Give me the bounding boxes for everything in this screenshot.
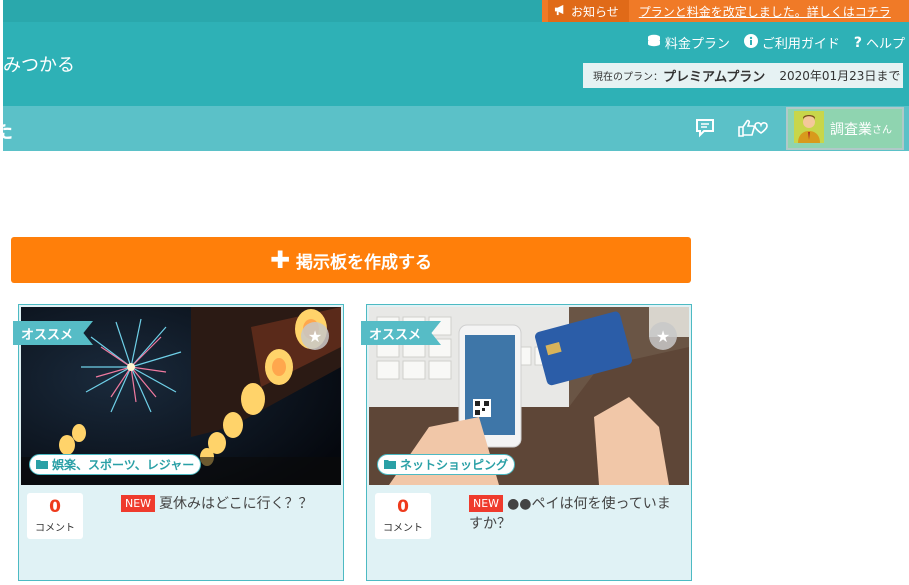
notice-bar[interactable]: お知らせ プランと料金を改定しました。詳しくはコチラ bbox=[542, 0, 909, 22]
category-label: ネットショッピング bbox=[400, 458, 509, 472]
site-header: お知らせ プランと料金を改定しました。詳しくはコチラ みつかる 料金プラン ご利… bbox=[0, 0, 909, 151]
avatar bbox=[794, 110, 824, 147]
subnav-cut-text: た bbox=[0, 119, 13, 143]
card-title-text: 夏休みはどこに行く？？ bbox=[159, 496, 313, 512]
notice-tag: お知らせ bbox=[548, 0, 629, 22]
folder-icon bbox=[36, 458, 48, 472]
plan-name: プレミアムプラン bbox=[663, 70, 766, 85]
megaphone-icon bbox=[554, 3, 567, 19]
question-icon: ? bbox=[853, 34, 862, 51]
category-label: 娯楽、スポーツ、レジャー bbox=[52, 458, 195, 472]
category-tag[interactable]: ネットショッピング bbox=[377, 454, 516, 475]
nav-help[interactable]: ? ヘルプ bbox=[853, 33, 905, 53]
info-icon bbox=[743, 33, 758, 52]
nav-help-label: ヘルプ bbox=[865, 37, 905, 52]
like-heart-icon[interactable] bbox=[736, 115, 770, 141]
new-badge: NEW bbox=[121, 495, 156, 512]
create-board-button[interactable]: ✚ 掲示板を作成する bbox=[11, 237, 691, 283]
plus-icon: ✚ bbox=[269, 246, 291, 274]
user-name: 調査業 bbox=[830, 121, 872, 138]
board-card[interactable]: オススメ ★ 娯楽、スポーツ、レジャー 0 コメント NEW 夏休みはどこに行く？… bbox=[13, 304, 344, 581]
board-card[interactable]: オススメ ★ ネットショッピング 0 コメント NEW ●●ペイは何を使っています… bbox=[361, 304, 692, 581]
comment-count: 0 コメント bbox=[375, 493, 431, 539]
main-header: みつかる 料金プラン ご利用ガイド ? ヘルプ 現在のプラン： プレミアムプラン bbox=[3, 22, 909, 106]
notice-tag-label: お知らせ bbox=[571, 4, 619, 19]
coins-icon bbox=[647, 34, 661, 51]
utility-nav: 料金プラン ご利用ガイド ? ヘルプ bbox=[647, 33, 905, 52]
plan-label: 現在のプラン： bbox=[593, 72, 663, 83]
folder-icon bbox=[384, 458, 396, 472]
chat-icon[interactable] bbox=[691, 115, 719, 141]
user-menu[interactable]: 調査業 さん bbox=[786, 107, 904, 150]
top-bar: お知らせ プランと料金を改定しました。詳しくはコチラ bbox=[3, 0, 909, 22]
nav-pricing-label: 料金プラン bbox=[664, 37, 730, 52]
new-badge: NEW bbox=[469, 495, 504, 512]
nav-guide[interactable]: ご利用ガイド bbox=[743, 33, 840, 52]
comment-count-number: 0 bbox=[397, 497, 409, 518]
user-suffix: さん bbox=[872, 125, 892, 136]
site-tagline: みつかる bbox=[3, 55, 75, 76]
card-title[interactable]: NEW 夏休みはどこに行く？？ bbox=[121, 494, 331, 514]
plan-expiry: 2020年01月23日まで bbox=[779, 69, 901, 83]
recommended-badge: オススメ bbox=[13, 321, 94, 345]
plan-status: 現在のプラン： プレミアムプラン 2020年01月23日まで bbox=[583, 63, 903, 88]
create-board-label: 掲示板を作成する bbox=[296, 252, 433, 273]
star-icon[interactable]: ★ bbox=[649, 322, 677, 350]
nav-pricing[interactable]: 料金プラン bbox=[647, 33, 730, 52]
notice-link[interactable]: プランと料金を改定しました。詳しくはコチラ bbox=[639, 3, 891, 20]
recommended-badge: オススメ bbox=[361, 321, 442, 345]
comment-count-label: コメント bbox=[35, 522, 75, 534]
sub-nav: た 調査業 さん bbox=[0, 106, 909, 151]
star-icon[interactable]: ★ bbox=[301, 322, 329, 350]
comment-count: 0 コメント bbox=[27, 493, 83, 539]
card-title[interactable]: NEW ●●ペイは何を使っていますか？ bbox=[469, 494, 681, 534]
comment-count-number: 0 bbox=[49, 497, 61, 518]
nav-guide-label: ご利用ガイド bbox=[761, 37, 840, 52]
comment-count-label: コメント bbox=[383, 522, 423, 534]
category-tag[interactable]: 娯楽、スポーツ、レジャー bbox=[29, 454, 202, 475]
